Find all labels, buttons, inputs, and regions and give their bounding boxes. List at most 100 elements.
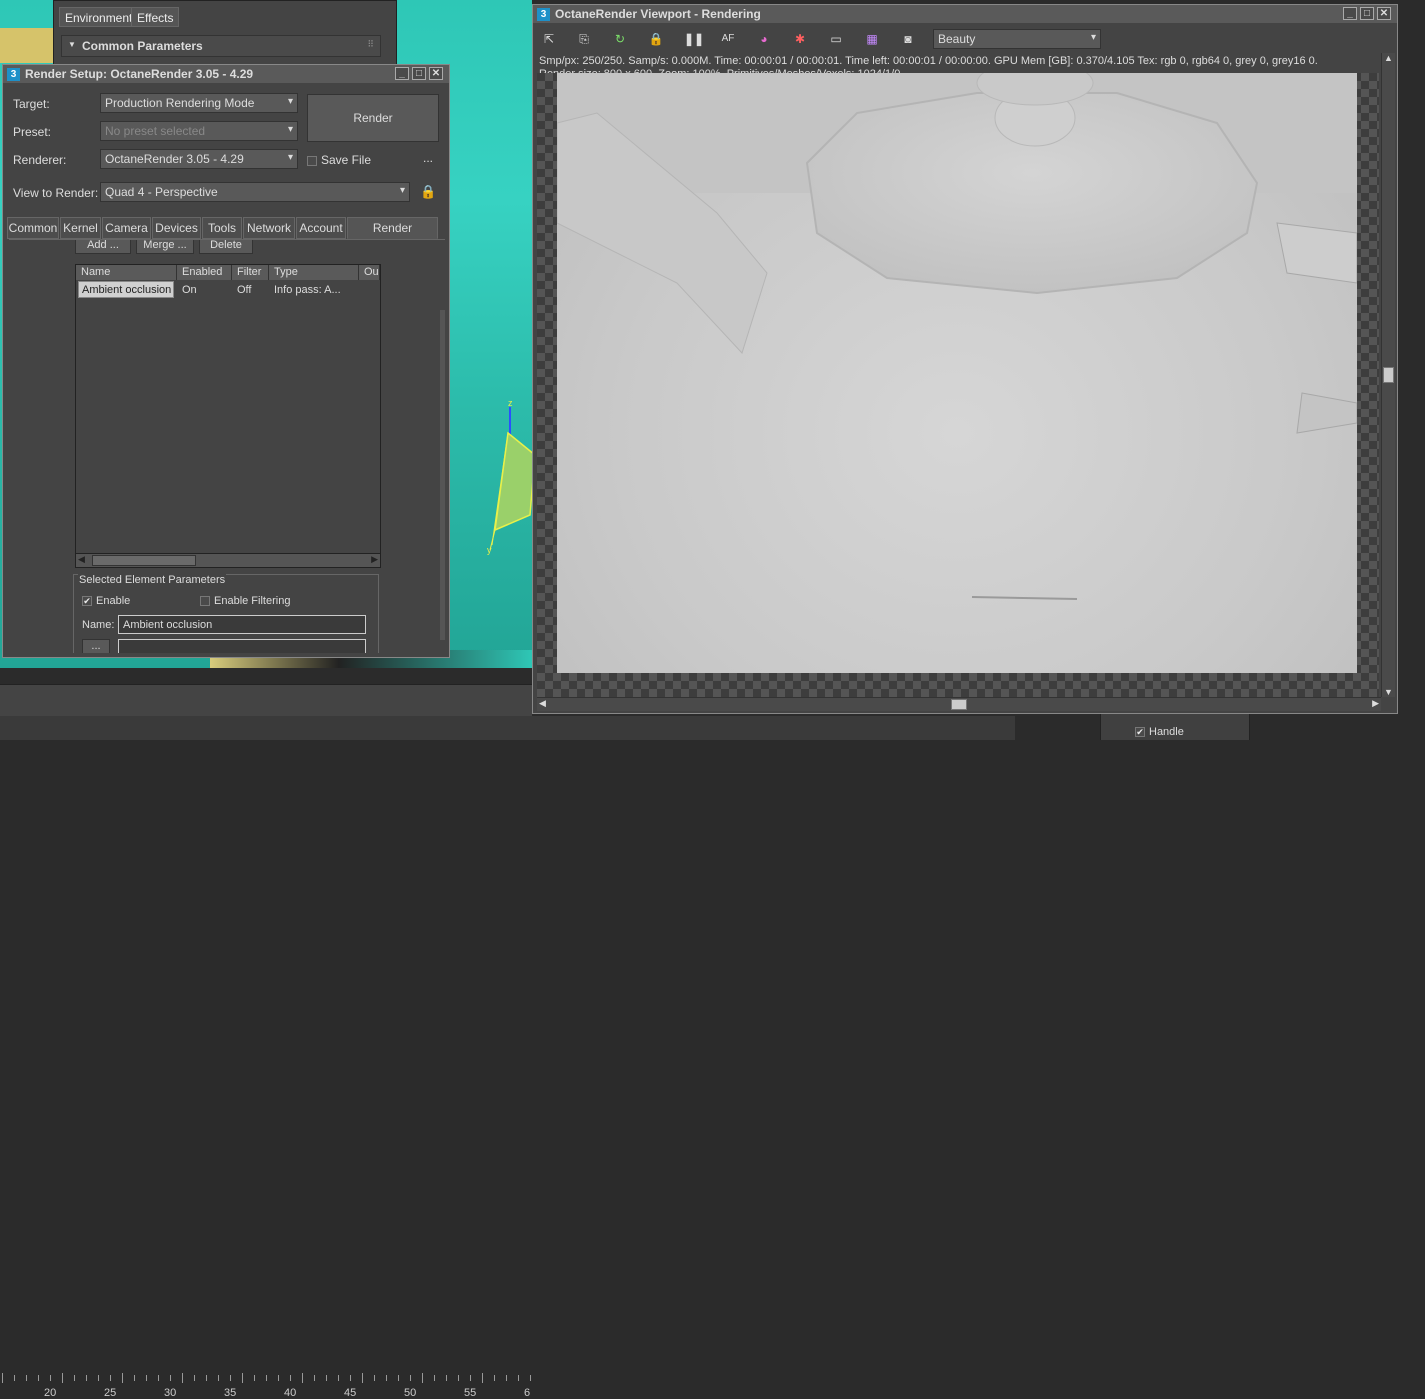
viewport-horizontal-scrollbar[interactable]: ◀ ▶ <box>537 697 1381 711</box>
tab-network[interactable]: Network <box>243 217 295 239</box>
enable-checkbox[interactable]: ✔ <box>82 596 92 607</box>
color-picker-icon[interactable]: ◕ <box>756 32 772 46</box>
enable-filtering-toggle[interactable]: Enable Filtering <box>200 595 290 607</box>
scene-object-gizmo[interactable] <box>480 395 540 560</box>
browse-button[interactable]: ... <box>82 639 110 653</box>
render-setup-titlebar[interactable]: 3 Render Setup: OctaneRender 3.05 - 4.29… <box>3 65 449 83</box>
list-horizontal-scrollbar[interactable]: ◀ ▶ <box>76 553 380 567</box>
merge-element-button[interactable]: Merge ... <box>136 240 194 254</box>
render-elements-list[interactable]: Name Enabled Filter Type Ou Ambient occl… <box>75 264 381 568</box>
timeline-tick <box>494 1375 495 1381</box>
preset-label: Preset: <box>13 125 52 139</box>
timeline-tick <box>302 1373 303 1383</box>
common-parameters-rollout[interactable]: ▼ Common Parameters ⠿ <box>61 35 381 57</box>
scroll-right-icon[interactable]: ▶ <box>1372 698 1379 709</box>
scrollbar-thumb[interactable] <box>951 699 967 710</box>
timeline-label: 30 <box>164 1387 177 1399</box>
timeline-tick <box>14 1375 15 1381</box>
film-settings-icon[interactable]: ▦ <box>864 32 880 46</box>
tab-tools[interactable]: Tools <box>202 217 242 239</box>
timeline-tick <box>62 1373 63 1383</box>
timeline-ruler[interactable]: 20 25 30 35 40 45 50 55 6 <box>0 1371 532 1399</box>
preset-dropdown[interactable]: No preset selected <box>100 121 298 141</box>
camera-icon[interactable]: ◙ <box>900 32 916 46</box>
timeline-tick <box>158 1375 159 1381</box>
maximize-button[interactable]: □ <box>1360 7 1374 20</box>
close-button[interactable]: ✕ <box>429 67 443 80</box>
save-file-options-button[interactable]: ... <box>423 151 433 165</box>
minimize-button[interactable]: _ <box>395 67 409 80</box>
save-file-toggle[interactable]: Save File <box>307 153 371 167</box>
region-render-icon[interactable]: ▭ <box>828 32 844 46</box>
lock-icon[interactable]: 🔒 <box>420 184 436 200</box>
view-to-render-dropdown[interactable]: Quad 4 - Perspective <box>100 182 410 202</box>
tab-kernel[interactable]: Kernel <box>60 217 101 239</box>
timeline-tick <box>242 1373 243 1383</box>
timeline-tick <box>230 1375 231 1381</box>
close-button[interactable]: ✕ <box>1377 7 1391 20</box>
renderer-dropdown[interactable]: OctaneRender 3.05 - 4.29 <box>100 149 298 169</box>
material-picker-icon[interactable]: ✱ <box>792 32 808 46</box>
tab-camera[interactable]: Camera <box>102 217 151 239</box>
scroll-left-icon[interactable]: ◀ <box>78 554 85 565</box>
column-enabled[interactable]: Enabled <box>177 265 232 280</box>
column-filter[interactable]: Filter <box>232 265 269 280</box>
render-pass-dropdown[interactable]: Beauty <box>933 29 1101 49</box>
auto-focus-icon[interactable]: AF <box>720 32 736 46</box>
octane-window-title: OctaneRender Viewport - Rendering <box>555 7 761 21</box>
pause-icon[interactable]: ❚❚ <box>684 32 704 46</box>
minimize-button[interactable]: _ <box>1343 7 1357 20</box>
timeline-tick <box>482 1373 483 1383</box>
scrollbar-thumb[interactable] <box>1383 367 1394 383</box>
row-name: Ambient occlusion <box>82 284 172 296</box>
tab-render-elements[interactable]: Render Elements <box>347 217 438 255</box>
column-type[interactable]: Type <box>269 265 359 280</box>
timeline-tick <box>110 1375 111 1381</box>
app-logo-icon: 3 <box>7 67 20 81</box>
octane-titlebar[interactable]: 3 OctaneRender Viewport - Rendering _ □ … <box>533 5 1397 23</box>
element-name-input[interactable] <box>118 615 366 634</box>
timeline-tick <box>254 1375 255 1381</box>
enable-toggle[interactable]: ✔ Enable <box>82 595 130 607</box>
tab-environment[interactable]: Environment <box>59 7 139 27</box>
timeline-tick <box>26 1375 27 1381</box>
tab-devices[interactable]: Devices <box>152 217 201 239</box>
enable-filtering-checkbox[interactable] <box>200 596 210 607</box>
timeline-tick <box>38 1375 39 1381</box>
copy-clipboard-icon[interactable]: ⎘ <box>576 32 592 46</box>
handle-checkbox[interactable]: ✔ <box>1135 727 1145 738</box>
maximize-button[interactable]: □ <box>412 67 426 80</box>
status-line-1: Smp/px: 250/250. Samp/s: 0.000M. Time: 0… <box>539 55 1318 67</box>
timeline-tick <box>2 1373 3 1383</box>
output-path-input[interactable] <box>118 639 366 653</box>
save-file-checkbox[interactable] <box>307 155 317 166</box>
export-image-icon[interactable]: ⇱ <box>541 32 557 46</box>
column-name[interactable]: Name <box>76 265 177 280</box>
timeline-tick <box>314 1375 315 1381</box>
panel-vertical-scrollbar[interactable] <box>440 310 445 640</box>
delete-element-button[interactable]: Delete <box>199 240 253 254</box>
lock-icon[interactable]: 🔒 <box>648 32 664 46</box>
teapot-render-svg <box>557 73 1357 600</box>
timeline-tick <box>170 1375 171 1381</box>
scroll-up-icon[interactable]: ▲ <box>1384 53 1393 63</box>
viewport-vertical-scrollbar[interactable]: ▲ ▼ <box>1381 53 1395 697</box>
tab-effects[interactable]: Effects <box>131 7 180 27</box>
tab-common[interactable]: Common <box>7 217 59 239</box>
restart-render-icon[interactable]: ↻ <box>612 32 628 46</box>
scroll-left-icon[interactable]: ◀ <box>539 698 546 709</box>
render-button[interactable]: Render <box>307 94 439 142</box>
timeline-tick <box>458 1375 459 1381</box>
column-output[interactable]: Ou <box>359 265 380 280</box>
scrollbar-thumb[interactable] <box>92 555 196 566</box>
scroll-down-icon[interactable]: ▼ <box>1384 687 1393 697</box>
add-element-button[interactable]: Add ... <box>75 240 131 254</box>
tab-account[interactable]: Account <box>296 217 346 239</box>
scroll-right-icon[interactable]: ▶ <box>371 554 378 565</box>
target-dropdown[interactable]: Production Rendering Mode <box>100 93 298 113</box>
view-to-render-label: View to Render: <box>13 186 99 200</box>
render-viewport[interactable] <box>537 73 1379 697</box>
handle-toggle[interactable]: ✔ Handle <box>1100 714 1250 740</box>
enable-label: Enable <box>96 595 131 607</box>
environment-panel: Environment Effects ▼ Common Parameters … <box>53 0 397 66</box>
